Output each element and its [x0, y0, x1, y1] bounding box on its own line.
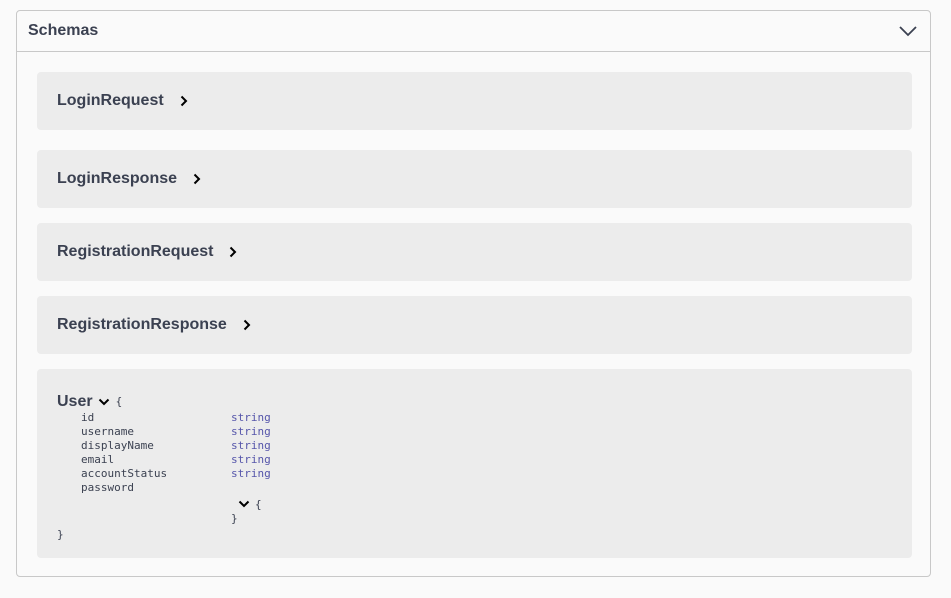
schemas-section: Schemas LoginRequest LoginResponse Regis… — [16, 10, 931, 577]
model-name[interactable]: LoginResponse — [57, 170, 177, 188]
nested-close-brace: } — [231, 512, 238, 525]
model-name[interactable]: RegistrationRequest — [57, 243, 213, 261]
property-type: string — [231, 425, 271, 438]
property-row: email string — [57, 453, 892, 467]
model-box-registrationresponse[interactable]: RegistrationResponse — [37, 296, 912, 354]
chevron-right-icon[interactable] — [180, 95, 190, 107]
chevron-right-icon[interactable] — [243, 319, 253, 331]
close-brace: } — [57, 528, 64, 541]
model-box-user: User { id string username string display… — [37, 369, 912, 558]
property-row: password — [57, 481, 892, 495]
model-name[interactable]: User — [57, 393, 93, 411]
property-type: string — [231, 467, 271, 480]
property-name: displayName — [81, 439, 154, 452]
property-row: displayName string — [57, 439, 892, 453]
schemas-section-header[interactable]: Schemas — [17, 11, 930, 52]
property-row: accountStatus string — [57, 467, 892, 481]
chevron-right-icon[interactable] — [193, 173, 203, 185]
model-name[interactable]: LoginRequest — [57, 92, 164, 110]
property-type: string — [231, 453, 271, 466]
chevron-down-icon[interactable] — [97, 395, 111, 409]
property-name: accountStatus — [81, 467, 168, 480]
property-list: id string username string displayName st… — [57, 411, 892, 542]
property-name: email — [81, 453, 115, 466]
property-type: string — [231, 411, 271, 424]
property-name: username — [81, 425, 134, 438]
property-name: id — [81, 411, 95, 424]
chevron-right-icon[interactable] — [229, 246, 239, 258]
chevron-down-icon[interactable] — [898, 21, 918, 41]
model-box-loginrequest[interactable]: LoginRequest — [37, 72, 912, 130]
nested-object: { } — [231, 496, 892, 526]
model-box-loginresponse[interactable]: LoginResponse — [37, 150, 912, 208]
property-row: username string — [57, 425, 892, 439]
section-title: Schemas — [28, 22, 99, 39]
nested-open-brace: { — [255, 497, 262, 511]
model-box-registrationrequest[interactable]: RegistrationRequest — [37, 223, 912, 281]
property-row: id string — [57, 411, 892, 425]
property-name: password — [81, 481, 134, 494]
open-brace: { — [115, 395, 123, 408]
chevron-down-icon[interactable] — [237, 497, 251, 511]
model-name[interactable]: RegistrationResponse — [57, 316, 227, 334]
property-type: string — [231, 439, 271, 452]
